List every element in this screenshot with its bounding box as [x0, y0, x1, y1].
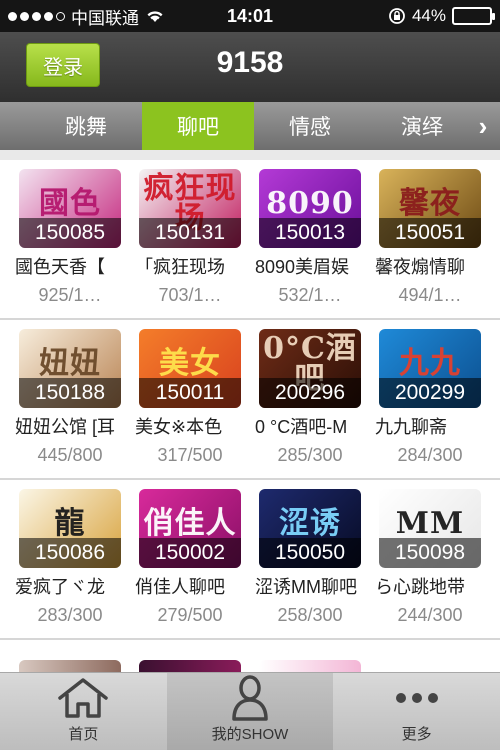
room-occupancy: 925/1… [38, 285, 102, 305]
room-card[interactable]: 俏佳人 150002 俏佳人聊吧 279/500 [135, 489, 241, 626]
room-occupancy: 494/1… [398, 285, 462, 305]
nav-home[interactable]: 首页 [0, 673, 167, 750]
tab-performance[interactable]: 演绎 [366, 102, 478, 150]
room-thumbnail[interactable]: MM 150098 [379, 489, 481, 568]
room-name: 0 °C酒吧-M [255, 417, 348, 437]
battery-icon [452, 7, 495, 25]
room-card[interactable]: 妞妞 150188 妞妞公馆 [耳 445/800 [15, 329, 121, 466]
tab-chat[interactable]: 聊吧 [142, 102, 254, 160]
room-occupancy: 284/300 [397, 445, 463, 465]
room-card[interactable]: 疯狂现场150131 「疯狂现场 703/1… [135, 169, 241, 306]
room-name: 俏佳人聊吧 [135, 577, 225, 597]
room-name: 爱疯了ヾ龙 [15, 577, 105, 597]
room-logo-text: 涩诱 [279, 505, 341, 541]
room-name: 「疯狂现场 [135, 257, 225, 277]
room-id: 150002 [139, 538, 241, 568]
room-thumbnail[interactable]: 馨夜 150051 [379, 169, 481, 248]
login-button[interactable]: 登录 [26, 43, 100, 87]
room-logo-text: 8090 [266, 185, 354, 221]
clock: 14:01 [226, 5, 274, 26]
room-occupancy: 258/300 [277, 605, 343, 625]
room-card[interactable]: 馨夜 150051 馨夜煽情聊 494/1… [375, 169, 481, 306]
tab-emotion[interactable]: 情感 [254, 102, 366, 150]
room-row-partial [0, 640, 500, 672]
room-occupancy: 279/500 [157, 605, 223, 625]
tab-dance[interactable]: 跳舞 [30, 102, 142, 150]
room-logo-text: 國色 [39, 185, 101, 221]
room-card[interactable]: 美女 150011 美女※本色 317/500 [135, 329, 241, 466]
room-id: 150013 [259, 218, 361, 248]
room-card[interactable]: 國色 150085 國色天香【 925/1… [15, 169, 121, 306]
room-thumbnail[interactable]: 疯狂现场150131 [139, 169, 241, 248]
room-name: 涩诱MM聊吧 [255, 577, 357, 597]
room-name: 美女※本色 [135, 417, 223, 437]
room-thumbnail[interactable]: 0°C酒吧200296 [259, 329, 361, 408]
person-icon [232, 675, 268, 721]
room-id: 150098 [379, 538, 481, 568]
room-name: ら心跳地带 [375, 577, 465, 597]
room-id: 150188 [19, 378, 121, 408]
room-name: 馨夜煽情聊 [375, 257, 465, 277]
room-thumbnail[interactable]: 九九 200299 [379, 329, 481, 408]
room-row: 妞妞 150188 妞妞公馆 [耳 445/800 美女 150011 美女※本色 317/5… [0, 320, 500, 480]
room-thumbnail[interactable]: 美女 150011 [139, 329, 241, 408]
room-occupancy: 532/1… [278, 285, 342, 305]
room-id: 150011 [139, 378, 241, 408]
divider [0, 150, 500, 160]
room-name: 8090美眉娱 [255, 257, 350, 277]
bottom-navigation: 首页 我的SHOW 更多 [0, 672, 500, 750]
room-id: 150086 [19, 538, 121, 568]
room-occupancy: 285/300 [277, 445, 343, 465]
chevron-right-icon[interactable]: › [470, 102, 496, 150]
room-logo-text: 俏佳人 [143, 505, 237, 541]
room-id: 150131 [139, 218, 241, 248]
room-logo-text: 馨夜 [399, 185, 461, 221]
room-thumbnail[interactable] [139, 660, 241, 672]
room-name: 妞妞公馆 [耳 [15, 417, 116, 437]
room-thumbnail[interactable]: 俏佳人 150002 [139, 489, 241, 568]
room-logo-text: 美女 [159, 345, 221, 381]
room-id: 200296 [259, 378, 361, 408]
category-tabs: 跳舞 聊吧 情感 演绎 › [0, 102, 500, 160]
room-id: 200299 [379, 378, 481, 408]
room-id: 150050 [259, 538, 361, 568]
room-logo-text: 龍 [54, 505, 86, 541]
nav-my-show[interactable]: 我的SHOW [166, 673, 334, 750]
room-occupancy: 283/300 [37, 605, 103, 625]
more-icon [395, 693, 438, 703]
room-occupancy: 703/1… [158, 285, 222, 305]
room-logo-text: 九九 [399, 345, 461, 381]
room-card[interactable]: MM 150098 ら心跳地带 244/300 [375, 489, 481, 626]
room-logo-text: MM [395, 505, 465, 541]
home-icon [58, 678, 109, 718]
room-thumbnail[interactable] [259, 660, 361, 672]
room-thumbnail[interactable]: 涩诱 150050 [259, 489, 361, 568]
room-row: 龍 150086 爱疯了ヾ龙 283/300 俏佳人 150002 俏佳人聊吧 279/500… [0, 480, 500, 640]
status-bar: 中国联通 14:01 44% [0, 0, 500, 32]
room-row: 國色150085 國色天香【 925/1… 疯狂现场150131 「疯狂现场 703/1…… [0, 160, 500, 320]
room-id: 150085 [19, 218, 121, 248]
room-logo-text: 妞妞 [39, 345, 101, 381]
room-thumbnail[interactable]: 妞妞 150188 [19, 329, 121, 408]
room-occupancy: 244/300 [397, 605, 463, 625]
room-grid: 國色150085 國色天香【 925/1… 疯狂现场150131 「疯狂现场 703/1…… [0, 160, 500, 640]
room-thumbnail[interactable] [19, 660, 121, 672]
nav-more[interactable]: 更多 [333, 673, 500, 750]
room-name: 九九聊斋 [375, 417, 447, 437]
app-header: 登录 9158 [0, 32, 500, 102]
room-occupancy: 445/800 [37, 445, 103, 465]
room-occupancy: 317/500 [157, 445, 223, 465]
room-thumbnail[interactable]: 8090 150013 [259, 169, 361, 248]
room-card[interactable]: 0°C酒吧200296 0 °C酒吧-M 285/300 [255, 329, 361, 466]
room-card[interactable]: 九九 200299 九九聊斋 284/300 [375, 329, 481, 466]
room-card[interactable]: 涩诱 150050 涩诱MM聊吧 258/300 [255, 489, 361, 626]
room-card[interactable]: 8090 150013 8090美眉娱 532/1… [255, 169, 361, 306]
room-name: 國色天香【 [15, 257, 105, 277]
room-id: 150051 [379, 218, 481, 248]
room-thumbnail[interactable]: 龍 150086 [19, 489, 121, 568]
room-card[interactable]: 龍 150086 爱疯了ヾ龙 283/300 [15, 489, 121, 626]
room-thumbnail[interactable]: 國色 150085 [19, 169, 121, 248]
